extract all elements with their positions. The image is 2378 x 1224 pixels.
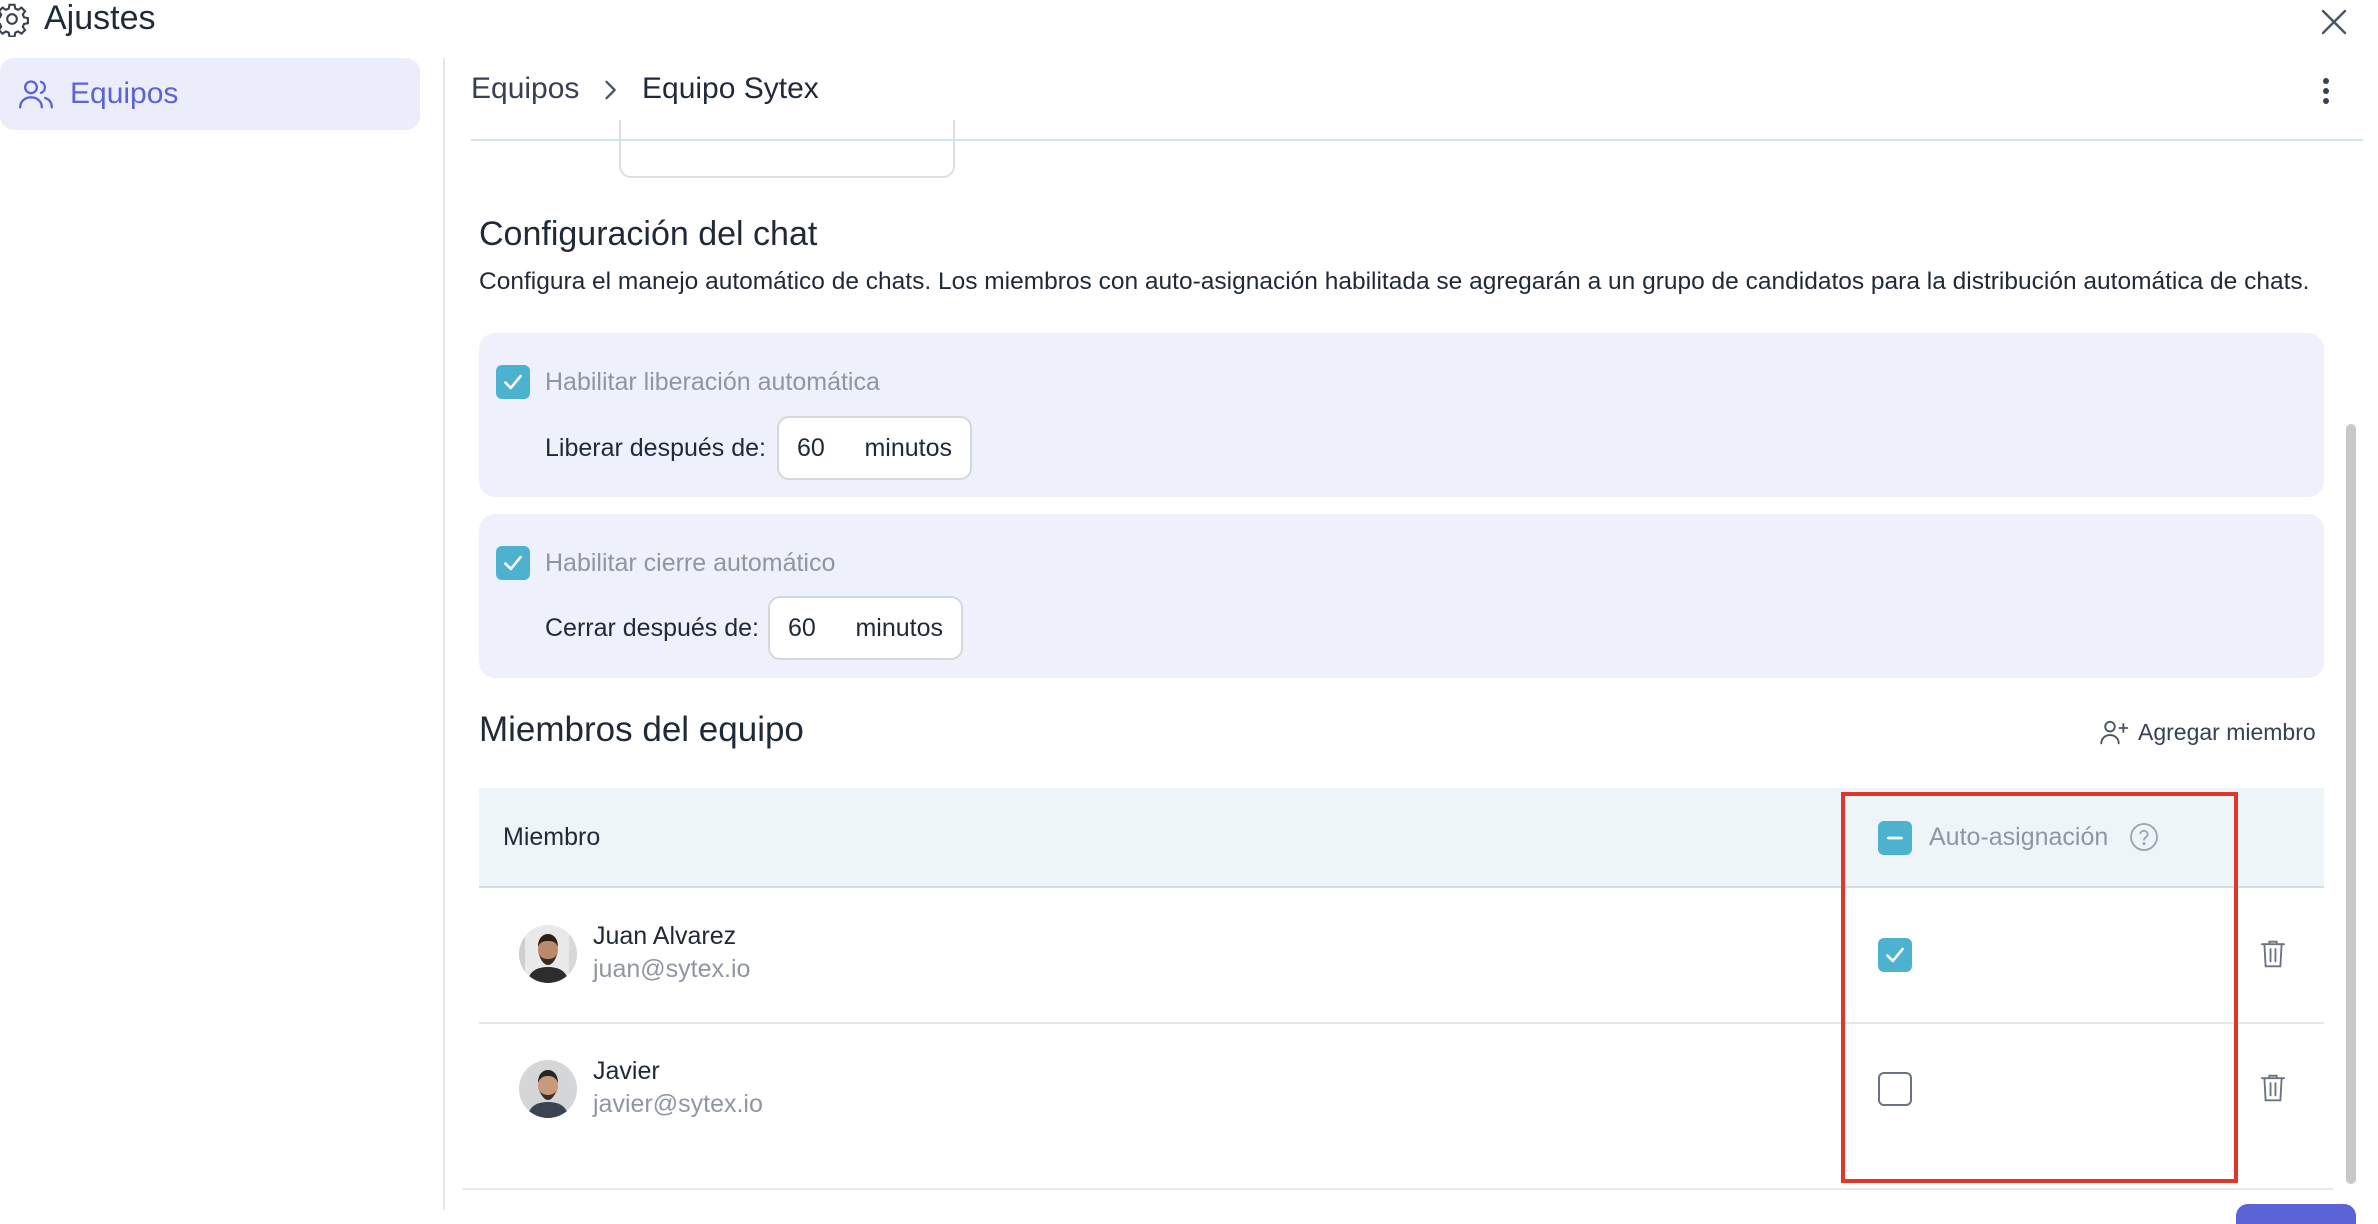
- column-header-auto-assign: Auto-asignación: [1929, 823, 2109, 851]
- user-plus-icon: [2098, 716, 2130, 748]
- avatar: [519, 925, 577, 983]
- more-options-icon[interactable]: [2310, 72, 2342, 112]
- trash-icon[interactable]: [2258, 1072, 2288, 1104]
- settings-gear-icon: [0, 1, 30, 38]
- column-header-member: Miembro: [503, 823, 601, 851]
- auto-release-panel: [479, 333, 2324, 497]
- chevron-right-icon: [596, 76, 624, 104]
- team-name-input[interactable]: [619, 120, 955, 178]
- breadcrumb-current: Equipo Sytex: [642, 72, 819, 105]
- sidebar-item-label: Equipos: [70, 77, 179, 110]
- release-after-label: Liberar después de:: [545, 434, 766, 462]
- auto-close-label: Habilitar cierre automático: [545, 549, 836, 577]
- scrollbar-thumb[interactable]: [2346, 424, 2356, 1184]
- release-minutes-unit: minutos: [864, 433, 952, 462]
- member-name: Javier: [593, 1057, 660, 1085]
- member-email: juan@sytex.io: [593, 955, 751, 983]
- row-divider: [479, 1022, 2324, 1024]
- release-minutes-value: 60: [797, 433, 825, 462]
- header-divider: [471, 139, 2363, 141]
- users-icon: [16, 74, 56, 114]
- close-after-label: Cerrar después de:: [545, 614, 760, 642]
- chat-config-description: Configura el manejo automático de chats.…: [479, 268, 2310, 295]
- auto-close-checkbox[interactable]: [496, 546, 530, 580]
- sidebar-item-equipos[interactable]: Equipos: [0, 58, 420, 130]
- close-icon[interactable]: [2314, 2, 2354, 42]
- chat-config-title: Configuración del chat: [479, 215, 818, 253]
- auto-release-label: Habilitar liberación automática: [545, 368, 880, 396]
- auto-release-checkbox[interactable]: [496, 365, 530, 399]
- sidebar-divider: [443, 58, 445, 1210]
- auto-assign-checkbox[interactable]: [1878, 938, 1912, 972]
- auto-assign-checkbox[interactable]: [1878, 1072, 1912, 1106]
- members-title: Miembros del equipo: [479, 710, 804, 749]
- member-name: Juan Alvarez: [593, 922, 737, 950]
- member-email: javier@sytex.io: [593, 1090, 763, 1118]
- add-member-button[interactable]: Agregar miembro: [2098, 716, 2316, 748]
- auto-close-panel: [479, 514, 2324, 678]
- content-bottom-divider: [463, 1188, 2333, 1190]
- trash-icon[interactable]: [2258, 938, 2288, 970]
- save-button[interactable]: [2236, 1204, 2356, 1224]
- breadcrumb-root[interactable]: Equipos: [471, 72, 579, 106]
- close-minutes-value: 60: [788, 613, 816, 642]
- avatar: [519, 1060, 577, 1118]
- close-minutes-input[interactable]: 60 minutos: [768, 596, 963, 660]
- close-minutes-unit: minutos: [855, 613, 943, 642]
- window-title: Ajustes: [44, 0, 156, 37]
- release-minutes-input[interactable]: 60 minutos: [777, 416, 972, 480]
- table-header-divider: [479, 886, 2324, 888]
- add-member-label: Agregar miembro: [2138, 718, 2316, 745]
- help-icon[interactable]: [2128, 821, 2160, 853]
- select-all-auto-assign-checkbox[interactable]: [1878, 821, 1912, 855]
